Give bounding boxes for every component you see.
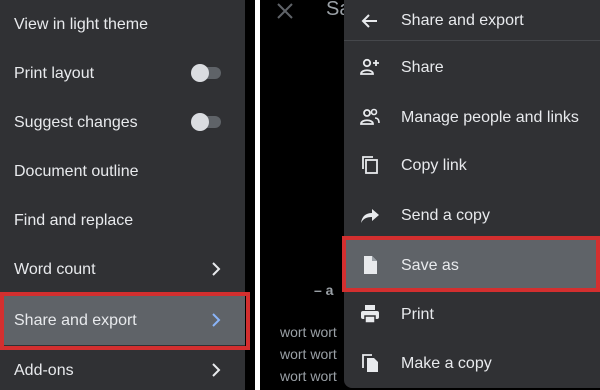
menu-item-find-replace[interactable]: Find and replace: [0, 196, 245, 245]
menu-item-label: Find and replace: [14, 211, 134, 229]
person-add-icon: [360, 58, 379, 75]
submenu-item-label: Manage people and links: [401, 108, 579, 126]
print-layout-toggle[interactable]: [191, 64, 221, 82]
menu-item-suggest-changes[interactable]: Suggest changes: [0, 98, 245, 147]
copy-icon: [362, 156, 378, 174]
highlight-box-share-export: [0, 292, 250, 350]
back-arrow-icon[interactable]: [360, 11, 380, 31]
submenu-item-label: Print: [401, 305, 434, 323]
document-body-line: wort wort: [280, 368, 337, 384]
menu-item-add-ons[interactable]: Add-ons: [0, 346, 245, 390]
menu-item-print-layout[interactable]: Print layout: [0, 49, 245, 98]
divider: [344, 40, 600, 41]
submenu-title: Share and export: [401, 11, 524, 29]
submenu-item-label: Share: [401, 58, 444, 76]
menu-item-word-count[interactable]: Word count: [0, 245, 245, 294]
submenu-item-label: Copy link: [401, 156, 467, 174]
menu-item-label: Document outline: [14, 162, 139, 180]
submenu-item-label: Send a copy: [401, 206, 490, 224]
document-text-fragment: – a: [314, 282, 334, 298]
submenu-item-manage-people[interactable]: Manage people and links: [344, 92, 600, 142]
highlight-box-save-as: [342, 236, 600, 292]
chevron-right-icon: [212, 363, 221, 377]
document-body-line: wort wort: [280, 346, 337, 362]
left-screenshot-panel: View in light theme Print layout Suggest…: [0, 0, 255, 390]
printer-icon: [361, 305, 379, 324]
document-body-line: wort wort: [280, 324, 337, 340]
submenu-item-copy-link[interactable]: Copy link: [344, 140, 600, 190]
submenu-item-make-copy[interactable]: Make a copy: [344, 338, 600, 388]
chevron-right-icon: [212, 262, 221, 276]
right-screenshot-panel: Sa – a wort wort wort wort wort wort Sha…: [260, 0, 600, 390]
submenu-item-print[interactable]: Print: [344, 289, 600, 339]
close-icon[interactable]: [276, 2, 294, 20]
share-export-submenu: Share and export Share Manage people and…: [344, 0, 600, 388]
forward-arrow-icon: [361, 209, 379, 223]
submenu-item-label: Make a copy: [401, 354, 492, 372]
menu-item-document-outline[interactable]: Document outline: [0, 147, 245, 196]
menu-item-view-light-theme[interactable]: View in light theme: [0, 0, 245, 49]
make-copy-icon: [362, 354, 378, 372]
menu-item-label: View in light theme: [14, 15, 148, 33]
toggle-knob: [191, 64, 209, 82]
submenu-item-send-copy[interactable]: Send a copy: [344, 190, 600, 240]
submenu-item-share[interactable]: Share: [344, 42, 600, 92]
toggle-knob: [191, 113, 209, 131]
people-icon: [360, 108, 380, 125]
submenu-header[interactable]: Share and export: [344, 0, 600, 40]
suggest-changes-toggle[interactable]: [191, 113, 221, 131]
